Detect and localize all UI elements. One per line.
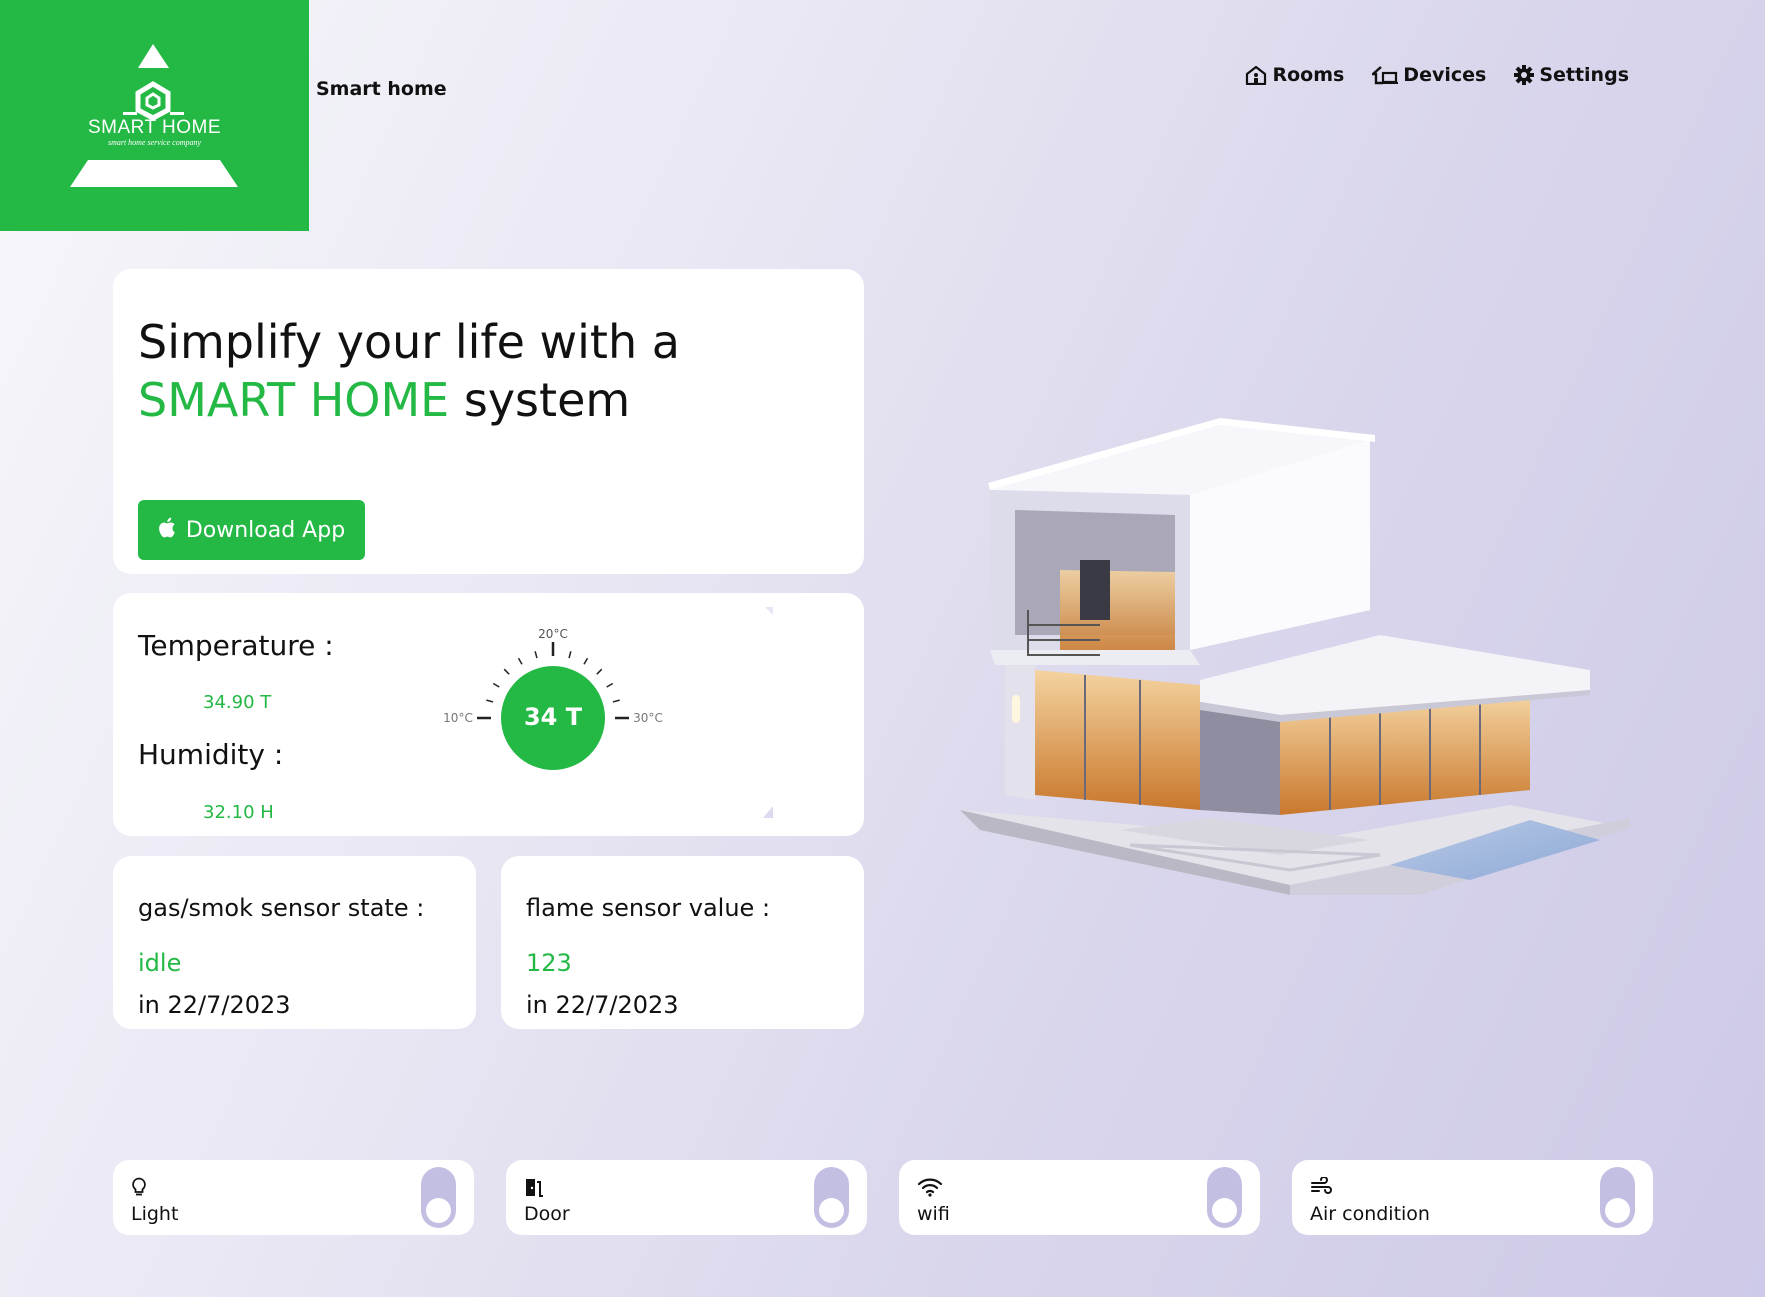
wind-icon <box>1310 1176 1332 1201</box>
nav-devices[interactable]: Devices <box>1372 64 1486 86</box>
gas-sensor-date: in 22/7/2023 <box>138 991 291 1019</box>
air-condition-switch[interactable] <box>1600 1167 1635 1228</box>
house-user-icon <box>1245 65 1267 85</box>
air-condition-toggle-card: Air condition <box>1292 1160 1653 1235</box>
door-label: Door <box>524 1203 570 1225</box>
gas-sensor-card: gas/smok sensor state : idle in 22/7/202… <box>113 856 476 1029</box>
devices-icon <box>1372 65 1399 85</box>
temperature-value: 34.90 T <box>203 692 272 713</box>
dial-tick <box>486 699 494 703</box>
dial-display: 34 T <box>523 703 583 731</box>
dial-tick <box>583 657 589 665</box>
flame-sensor-card: flame sensor value : 123 in 22/7/2023 <box>501 856 864 1029</box>
wifi-label: wifi <box>917 1203 950 1225</box>
flame-sensor-title: flame sensor value : <box>526 894 771 922</box>
flame-sensor-date: in 22/7/2023 <box>526 991 679 1019</box>
logo-name: SMART HOME <box>87 117 222 138</box>
dial-tick <box>517 657 523 665</box>
house-illustration <box>950 410 1640 914</box>
door-toggle-card: Door <box>506 1160 867 1235</box>
dial-tick <box>534 651 538 659</box>
humidity-value: 32.10 H <box>203 802 274 823</box>
nav-settings[interactable]: Settings <box>1514 64 1629 86</box>
apple-icon <box>158 517 176 544</box>
air-condition-label: Air condition <box>1310 1203 1430 1225</box>
dial-tick <box>612 699 620 703</box>
switch-knob <box>426 1198 451 1223</box>
dial-min-label: 10°C <box>443 711 473 725</box>
temperature-dial[interactable]: 34 T 20°C 10°C 30°C <box>393 603 793 822</box>
door-icon <box>524 1177 544 1201</box>
lightbulb-icon <box>131 1177 147 1201</box>
humidity-label: Humidity : <box>138 738 284 771</box>
dial-mid-label: 20°C <box>538 627 568 641</box>
brand-title: Smart home <box>316 78 447 100</box>
gas-sensor-title: gas/smok sensor state : <box>138 894 425 922</box>
dial-tick <box>606 682 614 688</box>
dial-tick <box>492 682 500 688</box>
dial-tick <box>568 651 572 659</box>
door-switch[interactable] <box>814 1167 849 1228</box>
hero-highlight: SMART HOME <box>138 373 450 427</box>
download-app-label: Download App <box>185 517 346 543</box>
hero-line2: system <box>449 373 631 427</box>
download-app-button[interactable]: Download App <box>138 500 365 560</box>
gas-sensor-state: idle <box>138 949 182 977</box>
nav-rooms[interactable]: Rooms <box>1245 64 1344 86</box>
hero-line1: Simplify your life with a <box>138 315 680 369</box>
flame-sensor-value: 123 <box>526 949 572 977</box>
climate-card: Temperature : 34.90 T Humidity : 32.10 H… <box>113 593 864 836</box>
wifi-switch[interactable] <box>1207 1167 1242 1228</box>
wifi-icon <box>917 1177 943 1201</box>
nav-rooms-label: Rooms <box>1272 64 1345 86</box>
dial-tick <box>596 668 603 675</box>
nav-devices-label: Devices <box>1403 64 1487 86</box>
temperature-label: Temperature : <box>138 629 334 662</box>
dial-max-label: 30°C <box>633 711 663 725</box>
switch-knob <box>1605 1198 1630 1223</box>
gear-icon <box>1514 65 1535 85</box>
logo[interactable]: SMART HOME smart home service company <box>0 0 309 231</box>
hero-heading: Simplify your life with a SMART HOME sys… <box>138 313 680 429</box>
nav-settings-label: Settings <box>1539 64 1629 86</box>
light-switch[interactable] <box>421 1167 456 1228</box>
light-label: Light <box>131 1203 179 1225</box>
hero-card: Simplify your life with a SMART HOME sys… <box>113 269 864 574</box>
wifi-toggle-card: wifi <box>899 1160 1260 1235</box>
light-toggle-card: Light <box>113 1160 474 1235</box>
switch-knob <box>1212 1198 1237 1223</box>
dial-tick <box>503 668 510 675</box>
top-nav: Rooms Devices Settings <box>1245 64 1629 86</box>
logo-tagline: smart home service company <box>107 138 202 147</box>
switch-knob <box>819 1198 844 1223</box>
